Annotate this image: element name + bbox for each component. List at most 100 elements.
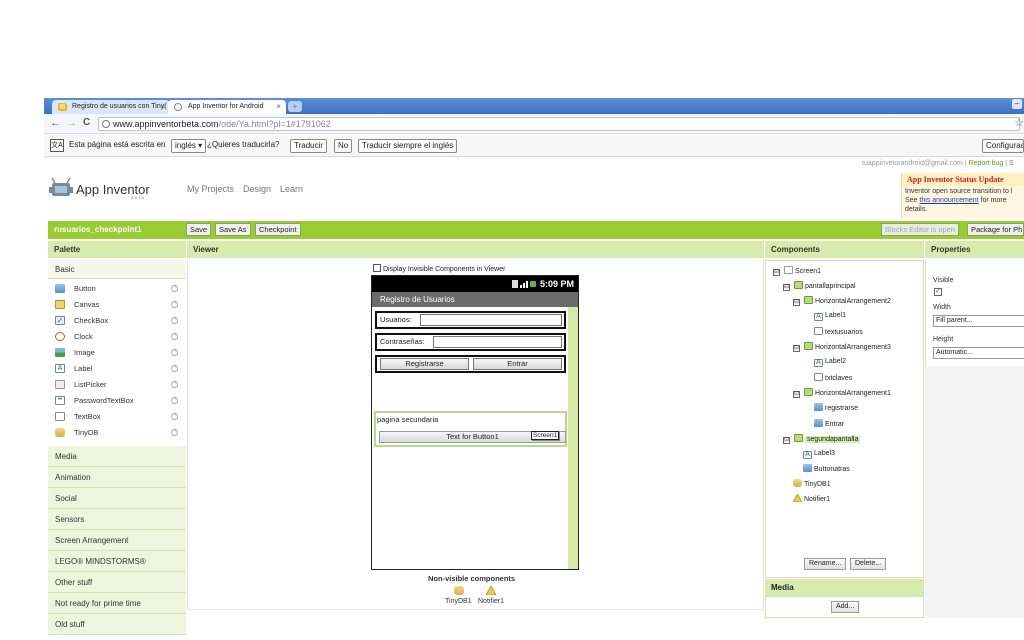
tree-item-label1[interactable]: A Label1: [814, 311, 846, 321]
tree-item-label2[interactable]: A Label2: [814, 357, 846, 367]
palette-category-animation[interactable]: Animation: [48, 467, 186, 488]
collapse-toggle-icon[interactable]: ⊟: [793, 391, 800, 398]
palette-item-checkbox[interactable]: ✓ CheckBox?: [48, 313, 186, 329]
close-tab-icon[interactable]: ×: [160, 100, 165, 114]
forward-arrow-icon[interactable]: →: [66, 117, 77, 129]
segundapantalla-arrangement[interactable]: pagina secundaria Text for Button1: [374, 411, 567, 447]
tree-item-segundapantalla[interactable]: ⊟ segundapantalla: [783, 434, 861, 445]
collapse-toggle-icon[interactable]: ⊟: [783, 284, 790, 291]
palette-item-tinydb[interactable]: TinyDB?: [48, 425, 186, 441]
textusuarios-textbox[interactable]: [420, 314, 562, 326]
label1[interactable]: Usuarios:: [380, 315, 412, 325]
collapse-toggle-icon[interactable]: ⊟: [793, 345, 800, 352]
language-select[interactable]: inglés ▾: [171, 139, 207, 153]
help-icon[interactable]: ?: [171, 397, 178, 404]
close-tab-icon[interactable]: ×: [276, 100, 281, 114]
palette-item-label[interactable]: A Label?: [48, 361, 186, 377]
palette-item-image[interactable]: Image?: [48, 345, 186, 361]
save-button[interactable]: Save: [186, 223, 212, 236]
translate-button[interactable]: Traducir: [290, 139, 328, 153]
tree-item-horizontalarrangement1[interactable]: ⊟ HorizontalArrangement1: [793, 388, 891, 399]
palette-category-other[interactable]: Other stuff: [48, 572, 186, 593]
horizontal-arrangement-3[interactable]: Contraseñas:: [375, 333, 566, 351]
txtclaves-textbox[interactable]: [433, 336, 562, 348]
palette-category-sensors[interactable]: Sensors: [48, 509, 186, 530]
help-icon[interactable]: ?: [171, 317, 178, 324]
save-as-button[interactable]: Save As: [215, 223, 251, 236]
palette-category-social[interactable]: Social: [48, 488, 186, 509]
announcement-link[interactable]: this announcement: [919, 197, 978, 204]
label3[interactable]: pagina secundaria: [377, 415, 438, 424]
collapse-toggle-icon[interactable]: ⊟: [793, 299, 800, 306]
browser-tab[interactable]: ▤ Registro de usuarios con Tiny( ×: [52, 100, 170, 114]
report-bug-link[interactable]: Report bug: [969, 160, 1004, 167]
palette-item-button[interactable]: Button?: [48, 281, 186, 297]
display-invisible-checkbox[interactable]: [373, 264, 381, 272]
no-translate-button[interactable]: No: [334, 139, 353, 153]
palette-category-media[interactable]: Media: [48, 446, 186, 467]
palette-item-listpicker[interactable]: ListPicker?: [48, 377, 186, 393]
collapse-toggle-icon[interactable]: ⊟: [783, 437, 790, 444]
tree-item-txtclaves[interactable]: txtclaves: [814, 373, 852, 384]
collapse-toggle-icon[interactable]: ⊟: [773, 269, 780, 276]
palette-item-canvas[interactable]: Canvas?: [48, 297, 186, 313]
tree-item-buttonatras[interactable]: Buttonatras: [803, 464, 850, 475]
page-info-icon[interactable]: [102, 120, 110, 128]
palette-category-lego[interactable]: LEGO® MINDSTORMS®: [48, 551, 186, 572]
back-arrow-icon[interactable]: ←: [50, 117, 61, 129]
palette-category-basic[interactable]: Basic: [48, 260, 186, 279]
browser-tab-active[interactable]: App Inventor for Android ×: [168, 100, 286, 114]
registrarse-button[interactable]: Registrarse: [380, 358, 469, 370]
tree-item-label3[interactable]: A Label3: [803, 449, 835, 459]
help-icon[interactable]: ?: [171, 429, 178, 436]
tree-item-tinydb1[interactable]: TinyDB1: [793, 479, 831, 490]
translate-settings-button[interactable]: Configurac: [982, 139, 1024, 153]
nonvisible-tinydb1[interactable]: TinyDB1: [445, 598, 472, 605]
palette-item-textbox[interactable]: TextBox?: [48, 409, 186, 425]
tree-item-pantallaprincipal[interactable]: ⊟ pantallaprincipal: [783, 281, 856, 292]
help-icon[interactable]: ?: [171, 365, 178, 372]
label2[interactable]: Contraseñas:: [380, 337, 425, 347]
add-media-button[interactable]: Add...: [831, 601, 860, 613]
new-tab-button[interactable]: +: [288, 101, 302, 112]
bookmark-star-icon[interactable]: ☆: [1014, 116, 1024, 129]
help-icon[interactable]: ?: [171, 349, 178, 356]
reload-icon[interactable]: C: [83, 117, 90, 128]
rename-button[interactable]: Rename...: [804, 558, 847, 570]
display-invisible-toggle[interactable]: Display Invisible Components in Viewer: [373, 264, 505, 273]
package-button[interactable]: Package for Ph: [967, 223, 1024, 236]
checkpoint-button[interactable]: Checkpoint: [255, 223, 301, 236]
tree-item-registrarse[interactable]: registrarse: [814, 403, 858, 414]
help-icon[interactable]: ?: [171, 301, 178, 308]
nonvisible-notifier1[interactable]: Notifier1: [478, 598, 504, 605]
tree-item-screen1[interactable]: ⊟ Screen1: [773, 266, 821, 277]
nav-design[interactable]: Design: [243, 184, 271, 194]
palette-category-not-ready[interactable]: Not ready for prime time: [48, 593, 186, 614]
nav-learn[interactable]: Learn: [280, 184, 303, 194]
tree-item-horizontalarrangement2[interactable]: ⊟ HorizontalArrangement2: [793, 296, 891, 307]
tree-item-entrar[interactable]: Entrar: [814, 419, 844, 430]
palette-category-screen-arrangement[interactable]: Screen Arrangement: [48, 530, 186, 551]
phone-scrollbar[interactable]: [568, 307, 578, 569]
tree-item-textusuarios[interactable]: textusuarios: [814, 327, 863, 338]
horizontal-arrangement-2[interactable]: Usuarios:: [375, 311, 566, 329]
tree-item-notifier1[interactable]: Notifier1: [793, 494, 830, 505]
nav-my-projects[interactable]: My Projects: [187, 184, 234, 194]
tree-item-horizontalarrangement3[interactable]: ⊟ HorizontalArrangement3: [793, 342, 891, 353]
horizontal-arrangement-1[interactable]: Registrarse Entrar: [375, 355, 566, 373]
more-link[interactable]: S: [1009, 160, 1014, 167]
palette-item-passwordtextbox[interactable]: •• PasswordTextBox?: [48, 393, 186, 409]
help-icon[interactable]: ?: [171, 381, 178, 388]
width-field[interactable]: Fill parent...: [933, 315, 1024, 327]
delete-button[interactable]: Delete...: [850, 558, 887, 570]
help-icon[interactable]: ?: [171, 413, 178, 420]
entrar-button[interactable]: Entrar: [473, 358, 562, 370]
minimize-window-button[interactable]: –: [1012, 99, 1022, 109]
address-bar[interactable]: www.appinventorbeta.com/ode/Ya.html?pl=1…: [98, 117, 1020, 131]
palette-category-old-stuff[interactable]: Old stuff: [48, 614, 186, 635]
always-translate-button[interactable]: Traducir siempre el inglés: [358, 139, 458, 153]
palette-item-clock[interactable]: Clock?: [48, 329, 186, 345]
blocks-editor-button[interactable]: Blocks Editor is open: [881, 223, 960, 236]
visible-checkbox[interactable]: ✓: [934, 288, 942, 296]
help-icon[interactable]: ?: [171, 285, 178, 292]
